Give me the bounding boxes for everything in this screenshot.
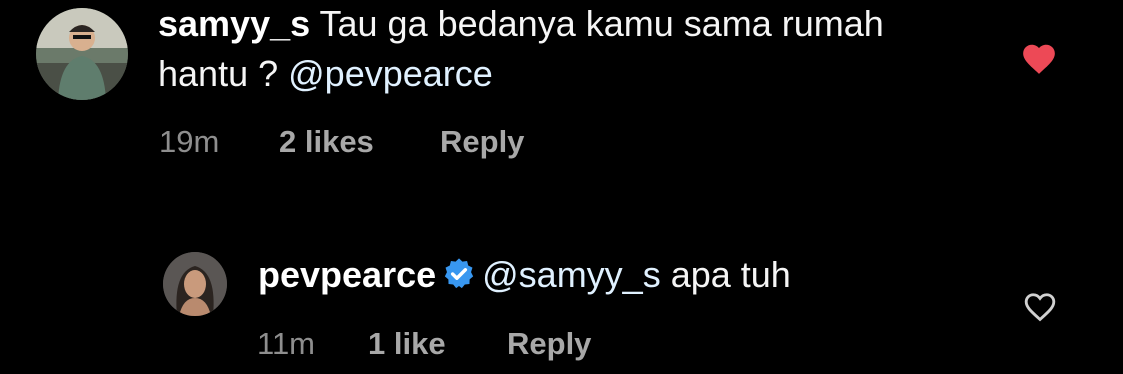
heart-filled-icon[interactable] — [1020, 40, 1058, 76]
avatar-image-samyy_s — [36, 8, 128, 100]
comment-likes[interactable]: 1 like — [368, 326, 507, 362]
heart-outline-icon[interactable] — [1022, 289, 1058, 323]
comment-username[interactable]: samyy_s — [158, 3, 310, 44]
avatar[interactable] — [36, 8, 128, 100]
comment-meta: 11m 1 like Reply — [257, 326, 591, 362]
comment-body: samyy_s Tau ga bedanya kamu sama rumah h… — [158, 0, 958, 99]
comment-time: 11m — [257, 326, 316, 361]
comment-likes[interactable]: 2 likes — [279, 124, 440, 160]
comment-text: apa tuh — [670, 254, 791, 295]
comment-time: 19m — [159, 124, 220, 159]
comment-body: pevpearce @samyy_s apa tuh — [258, 250, 978, 300]
comment-mention[interactable]: @pevpearce — [288, 53, 493, 94]
comment-meta: 19m 2 likes Reply — [159, 124, 524, 160]
comment-username[interactable]: pevpearce — [258, 254, 436, 295]
comment-mention[interactable]: @samyy_s — [482, 254, 661, 295]
verified-badge-icon — [444, 258, 474, 289]
reply-button[interactable]: Reply — [507, 326, 591, 362]
avatar-image-pevpearce — [163, 252, 227, 316]
avatar[interactable] — [163, 252, 227, 316]
reply-button[interactable]: Reply — [440, 124, 524, 160]
